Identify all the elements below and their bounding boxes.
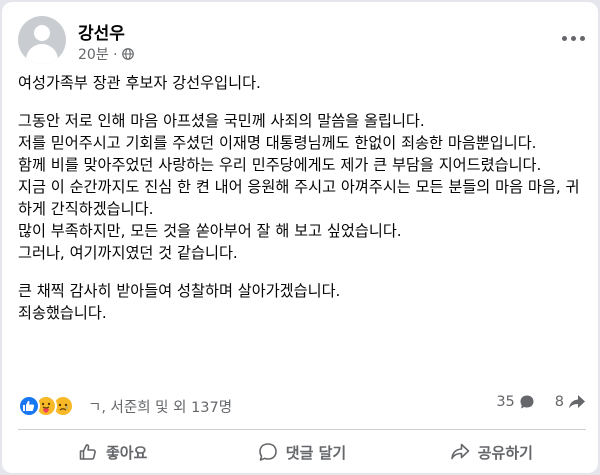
comment-icon (258, 443, 277, 461)
post-line: 함께 비를 맞아주었던 사랑하는 우리 민주당에게도 제가 큰 부담을 지어드렸… (18, 156, 542, 174)
post-line: 그러나, 여기까지였던 것 같습니다. (18, 244, 238, 262)
timestamp[interactable]: 20분 · (78, 44, 118, 64)
avatar[interactable] (18, 16, 66, 64)
comment-bubble-icon (520, 395, 534, 409)
author-name[interactable]: 강선우 (78, 19, 125, 44)
post-line: 많이 부족하지만, 모든 것을 쏟아부어 잘 해 보고 싶었습니다. (18, 222, 402, 240)
comment-count-value: 35 (496, 394, 515, 410)
share-label: 공유하기 (477, 443, 533, 462)
engagement-counts: 35 8 (496, 394, 586, 410)
post-body: 여성가족부 장관 후보자 강선우입니다. 그동안 저로 인해 마음 아프셨을 국… (18, 72, 586, 324)
post-line: 여성가족부 장관 후보자 강선우입니다. (18, 74, 261, 92)
share-count-value: 8 (554, 394, 564, 410)
comment-button[interactable]: 댓글 달기 (207, 432, 396, 472)
thumbs-up-icon (79, 444, 96, 460)
post-meta: 20분 · (78, 44, 134, 64)
post-paragraph: 여성가족부 장관 후보자 강선우입니다. (18, 72, 586, 94)
post-header: 강선우 20분 · (18, 16, 588, 68)
share-arrow-icon (569, 395, 585, 409)
share-button[interactable]: 공유하기 (397, 432, 586, 472)
post-paragraph: 큰 채찍 감사히 받아들여 성찰하며 살아가겠습니다. 죄송했습니다. (18, 280, 586, 324)
comment-count[interactable]: 35 (496, 394, 534, 410)
globe-icon (121, 48, 134, 60)
like-button[interactable]: 좋아요 (18, 432, 207, 472)
post-line: 큰 채찍 감사히 받아들여 성찰하며 살아가겠습니다. (18, 282, 341, 300)
reactions-bar: ㄱ, 서준희 및 외 137명 35 8 (18, 394, 586, 418)
post-line: 저를 믿어주시고 기회를 주셨던 이재명 대통령님께도 한없이 죄송한 마음뿐입… (18, 134, 537, 152)
post-line: 그동안 저로 인해 마음 아프셨을 국민께 사죄의 말씀을 올립니다. (18, 112, 425, 130)
post-card: 강선우 20분 · 여성가족부 장관 후보자 강선우입니다. 그동안 저로 인해… (2, 2, 598, 473)
post-paragraph: 그동안 저로 인해 마음 아프셨을 국민께 사죄의 말씀을 올립니다. 저를 믿… (18, 110, 586, 264)
like-reaction-icon (18, 395, 40, 417)
post-line: 죄송했습니다. (18, 304, 107, 322)
reaction-icons[interactable] (18, 395, 82, 417)
share-count[interactable]: 8 (555, 394, 586, 410)
post-line: 지금 이 순간까지도 진심 한 켠 내어 응원해 주시고 아껴주시는 모든 분들… (18, 178, 580, 218)
more-options-icon[interactable] (560, 28, 588, 48)
like-label: 좋아요 (105, 443, 148, 462)
reaction-names[interactable]: ㄱ, 서준희 및 외 137명 (88, 396, 232, 417)
action-bar: 좋아요 댓글 달기 공유하기 (18, 432, 586, 472)
share-icon (450, 443, 470, 460)
divider (18, 429, 586, 430)
comment-label: 댓글 달기 (285, 443, 347, 462)
